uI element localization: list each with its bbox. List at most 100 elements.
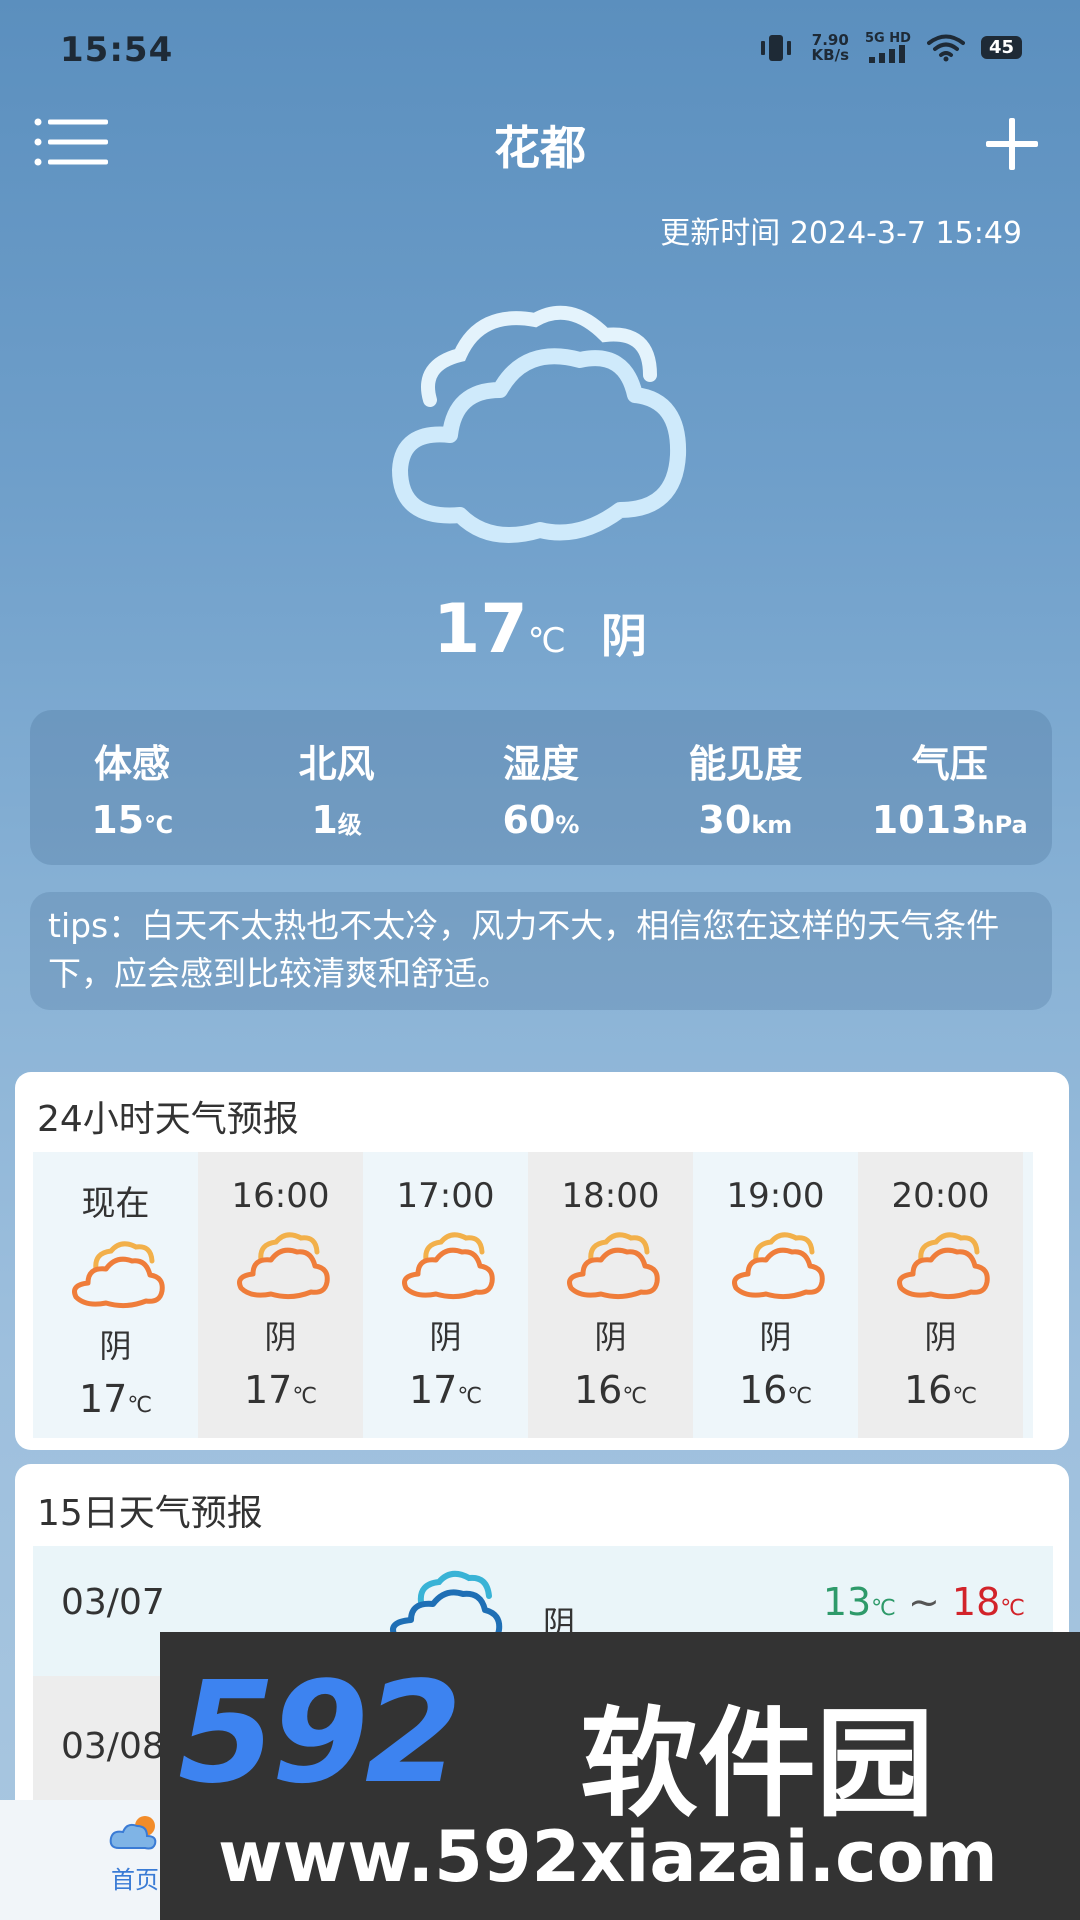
hour-condition: 阴 bbox=[429, 1318, 462, 1356]
hour-temp-unit: ℃ bbox=[292, 1384, 318, 1409]
hour-temp: 17℃ bbox=[363, 1368, 528, 1412]
current-temp: 17 bbox=[433, 590, 528, 669]
plus-icon bbox=[986, 118, 1038, 170]
detail-unit: 级 bbox=[337, 811, 362, 839]
daily-title: 15日天气预报 bbox=[37, 1493, 263, 1534]
day-temp-range: 13℃ ~ 18℃ bbox=[823, 1580, 1025, 1624]
net-speed: 7.90 KB/s bbox=[812, 32, 849, 63]
overcast-icon bbox=[566, 1232, 660, 1300]
watermark-name: 软件园 bbox=[580, 1695, 935, 1833]
hour-item: 19:00 阴 16℃ bbox=[693, 1152, 858, 1438]
hour-time: 16:00 bbox=[231, 1176, 330, 1216]
overcast-icon bbox=[71, 1241, 165, 1309]
hour-temp: 17℃ bbox=[198, 1368, 363, 1412]
detail-value: 15℃ bbox=[32, 798, 232, 842]
hour-temp-value: 17 bbox=[408, 1368, 458, 1412]
hour-temp-value: 17 bbox=[78, 1377, 128, 1421]
overcast-icon bbox=[896, 1232, 990, 1300]
detail-number: 1 bbox=[311, 798, 338, 842]
hour-time: 18:00 bbox=[561, 1176, 660, 1216]
day-date: 03/08 bbox=[61, 1726, 165, 1767]
status-icons: 7.90 KB/s 5G HD 45 bbox=[756, 32, 1022, 63]
cell-signal: 5G HD bbox=[865, 32, 911, 63]
detail-value: 60% bbox=[441, 798, 641, 842]
status-bar: 15:54 7.90 KB/s 5G HD 45 bbox=[0, 0, 1080, 100]
hour-time: 现在 bbox=[81, 1184, 150, 1224]
hour-time: 20:00 bbox=[891, 1176, 990, 1216]
hour-item: 20:00 阴 16℃ bbox=[858, 1152, 1023, 1438]
hour-temp-value: 16 bbox=[738, 1368, 788, 1412]
hour-temp: 17℃ bbox=[33, 1377, 198, 1421]
day-low-unit: ℃ bbox=[871, 1596, 896, 1621]
detail-value: 30km bbox=[645, 798, 845, 842]
detail-unit: % bbox=[555, 811, 580, 839]
hour-temp-value: 16 bbox=[903, 1368, 953, 1412]
detail-number: 30 bbox=[698, 798, 752, 842]
hour-condition: 阴 bbox=[924, 1318, 957, 1356]
detail-label: 能见度 bbox=[688, 742, 803, 786]
overcast-icon bbox=[236, 1232, 330, 1300]
watermark-banner: 592 软件园 www.592xiazai.com bbox=[160, 1632, 1080, 1920]
weather-details-card: 体感 15℃ 北风 1级 湿度 60% 能见度 30km 气压 1013hPa bbox=[30, 710, 1052, 865]
hour-condition: 阴 bbox=[264, 1318, 297, 1356]
overcast-cloud-icon bbox=[392, 305, 687, 543]
hour-time: 17:00 bbox=[396, 1176, 495, 1216]
detail-unit: hPa bbox=[977, 811, 1028, 839]
hour-temp: 16℃ bbox=[858, 1368, 1023, 1412]
update-time: 更新时间 2024-3-7 15:49 bbox=[660, 216, 1022, 251]
day-date: 03/07 bbox=[61, 1582, 165, 1623]
hour-temp: 16℃ bbox=[693, 1368, 858, 1412]
tips-card: tips：白天不太热也不太冷，风力不大，相信您在这样的天气条件下，应会感到比较清… bbox=[30, 892, 1052, 1010]
hour-condition: 阴 bbox=[99, 1327, 132, 1365]
hour-temp-unit: ℃ bbox=[622, 1384, 648, 1409]
day-low: 13 bbox=[822, 1580, 872, 1624]
detail-wind: 北风 1级 bbox=[237, 733, 437, 842]
detail-value: 1级 bbox=[237, 798, 437, 842]
detail-value: 1013hPa bbox=[850, 798, 1050, 842]
detail-number: 15 bbox=[91, 798, 145, 842]
hour-temp-unit: ℃ bbox=[457, 1384, 483, 1409]
hourly-list[interactable]: 现在 阴 17℃ 16:00 阴 17℃ 17:00 阴 17℃ 18:00 阴… bbox=[33, 1152, 1033, 1438]
hour-temp-value: 17 bbox=[243, 1368, 293, 1412]
add-city-button[interactable] bbox=[980, 112, 1044, 176]
detail-feels-like: 体感 15℃ bbox=[32, 733, 232, 842]
day-high-unit: ℃ bbox=[1000, 1596, 1025, 1621]
hour-item: 17:00 阴 17℃ bbox=[363, 1152, 528, 1438]
detail-label: 气压 bbox=[911, 742, 988, 786]
hour-temp: 16℃ bbox=[528, 1368, 693, 1412]
watermark-logo: 592 bbox=[178, 1652, 462, 1815]
hour-temp-unit: ℃ bbox=[952, 1384, 978, 1409]
detail-humidity: 湿度 60% bbox=[441, 733, 641, 842]
detail-label: 北风 bbox=[298, 742, 375, 786]
hour-temp-unit: ℃ bbox=[787, 1384, 813, 1409]
overcast-icon bbox=[401, 1232, 495, 1300]
detail-number: 1013 bbox=[871, 798, 978, 842]
detail-pressure: 气压 1013hPa bbox=[850, 733, 1050, 842]
hour-condition: 阴 bbox=[594, 1318, 627, 1356]
hourly-title: 24小时天气预报 bbox=[37, 1099, 299, 1140]
day-range-separator: ~ bbox=[907, 1580, 940, 1624]
signal-bars-icon bbox=[869, 45, 906, 63]
hourly-forecast-card: 24小时天气预报 现在 阴 17℃ 16:00 阴 17℃ 17:00 阴 17… bbox=[15, 1072, 1069, 1450]
wifi-icon bbox=[926, 34, 965, 61]
hour-item: 16:00 阴 17℃ bbox=[198, 1152, 363, 1438]
current-weather: 17℃ 阴 bbox=[0, 590, 1080, 669]
day-high: 18 bbox=[951, 1580, 1001, 1624]
hour-item: 现在 阴 17℃ bbox=[33, 1152, 198, 1438]
detail-visibility: 能见度 30km bbox=[645, 733, 845, 842]
header: 花都 bbox=[0, 100, 1080, 190]
detail-label: 湿度 bbox=[502, 742, 579, 786]
page-title: 花都 bbox=[494, 121, 586, 175]
hour-temp-unit: ℃ bbox=[127, 1393, 153, 1418]
detail-unit: km bbox=[751, 811, 793, 839]
detail-unit: ℃ bbox=[144, 811, 174, 839]
detail-number: 60 bbox=[502, 798, 556, 842]
vibrate-icon bbox=[760, 34, 791, 61]
menu-button[interactable] bbox=[34, 116, 110, 168]
weather-home-icon bbox=[109, 1816, 157, 1850]
watermark-url: www.592xiazai.com bbox=[218, 1816, 998, 1898]
hour-item: 18:00 阴 16℃ bbox=[528, 1152, 693, 1438]
signal-label: 5G HD bbox=[865, 31, 911, 46]
current-condition: 阴 bbox=[600, 609, 647, 663]
status-time: 15:54 bbox=[60, 30, 174, 70]
